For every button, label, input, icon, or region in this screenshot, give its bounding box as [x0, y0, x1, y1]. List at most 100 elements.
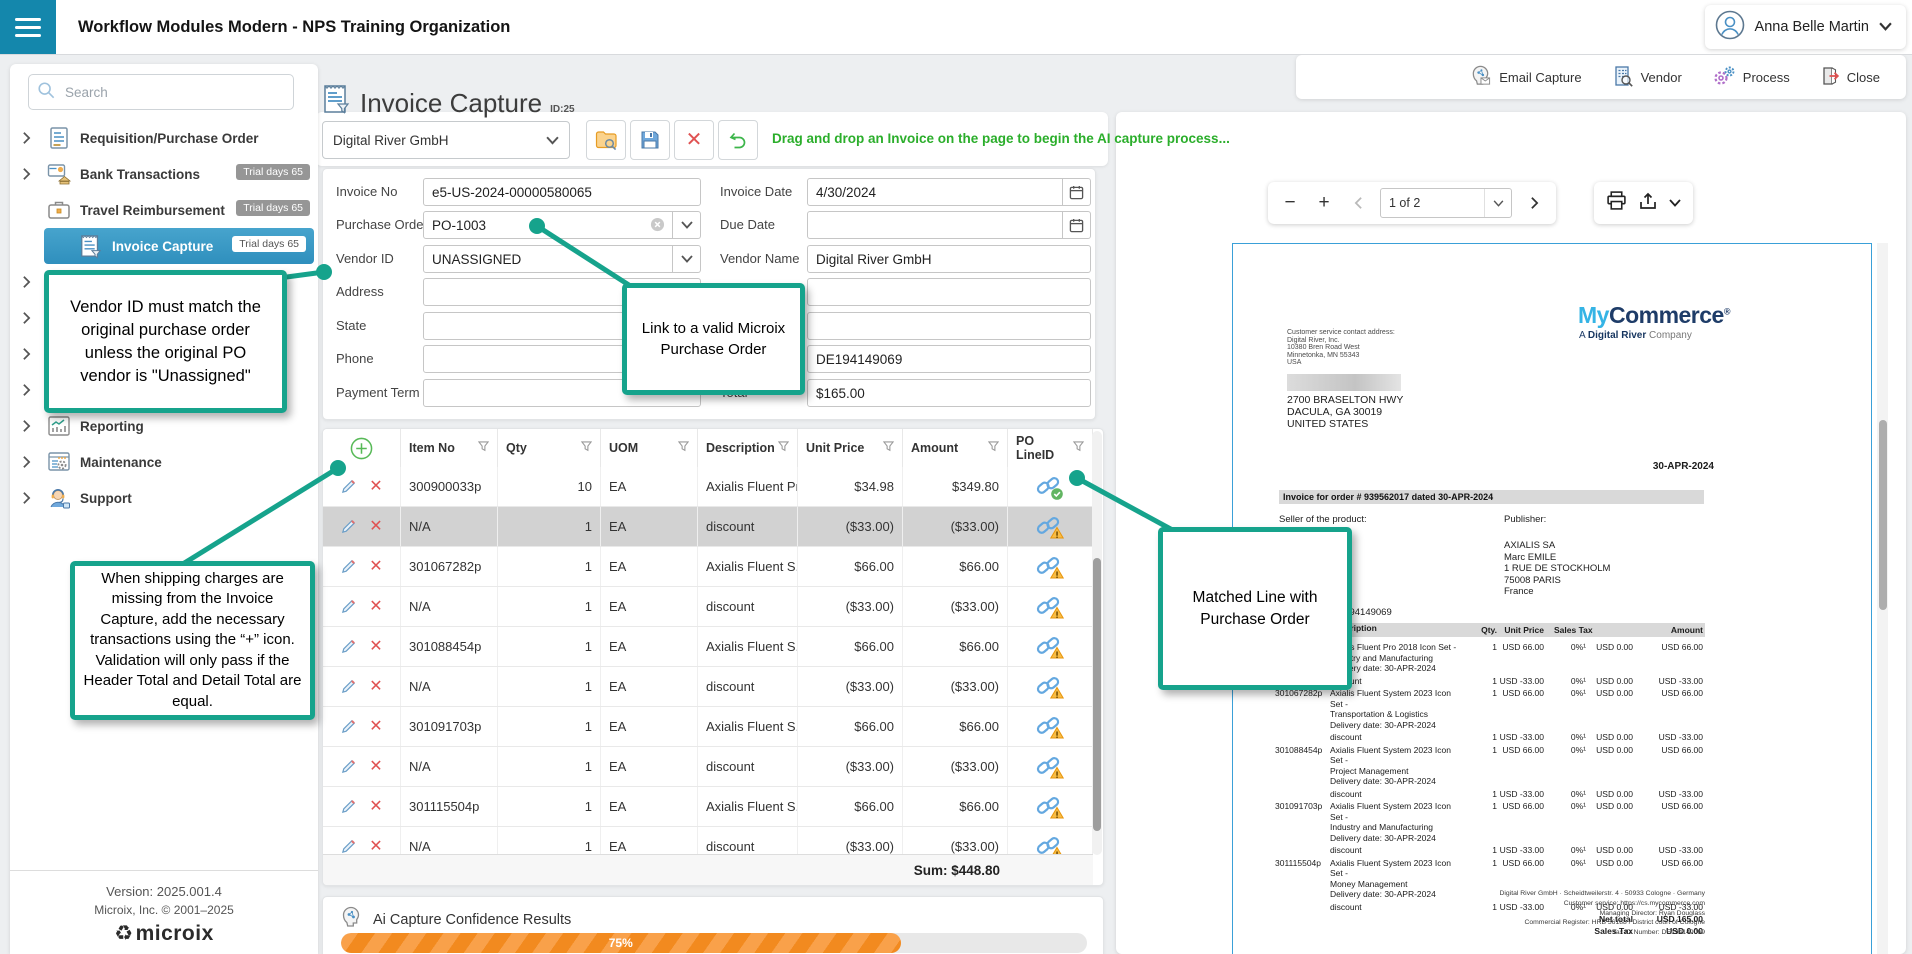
edit-row-icon[interactable]: [340, 798, 357, 815]
process-button[interactable]: Process: [1712, 65, 1790, 90]
filter-icon[interactable]: [478, 441, 489, 455]
chevron-down-icon[interactable]: [535, 122, 569, 158]
delete-row-icon[interactable]: ✕: [369, 519, 382, 535]
previous-page-button[interactable]: [1346, 196, 1370, 210]
table-scrollbar[interactable]: [1092, 431, 1102, 855]
edit-row-icon[interactable]: [340, 838, 357, 855]
hamburger-menu-button[interactable]: [0, 0, 56, 54]
save-button[interactable]: [630, 120, 670, 160]
vendor-button[interactable]: Vendor: [1612, 65, 1682, 90]
address-right-input[interactable]: [807, 278, 1091, 306]
po-link-warning-icon[interactable]: [1035, 513, 1065, 541]
page-selector[interactable]: 1 of 2: [1380, 188, 1512, 218]
next-page-button[interactable]: [1522, 196, 1546, 210]
undo-button[interactable]: [718, 120, 758, 160]
edit-row-icon[interactable]: [340, 718, 357, 735]
column-header-amount[interactable]: Amount: [903, 429, 1008, 467]
po-link-warning-icon[interactable]: [1035, 633, 1065, 661]
clear-icon[interactable]: [650, 217, 665, 237]
search-box[interactable]: [28, 74, 294, 110]
tax-id-input[interactable]: [807, 345, 1091, 373]
delete-row-icon[interactable]: ✕: [369, 799, 382, 815]
vendor-name-input[interactable]: [807, 245, 1091, 273]
sidebar-item-reporting[interactable]: Reporting: [10, 408, 318, 444]
po-link-warning-icon[interactable]: [1035, 793, 1065, 821]
export-button[interactable]: [1639, 192, 1657, 215]
delete-row-icon[interactable]: ✕: [369, 759, 382, 775]
sidebar-item-support[interactable]: Support: [10, 480, 318, 516]
vendor-id-input[interactable]: [423, 245, 673, 273]
table-row[interactable]: ✕300900033p10EAAxialis Fluent Pr...$34.9…: [323, 467, 1093, 507]
pdf-scrollbar-thumb[interactable]: [1879, 420, 1887, 610]
filter-icon[interactable]: [883, 441, 894, 455]
table-row[interactable]: ✕301091703p1EAAxialis Fluent S...$66.00$…: [323, 707, 1093, 747]
add-line-button[interactable]: [350, 437, 373, 460]
sidebar-item-invoice-capture[interactable]: Invoice CaptureTrial days 65: [44, 228, 314, 264]
delete-row-icon[interactable]: ✕: [369, 679, 382, 695]
edit-row-icon[interactable]: [340, 598, 357, 615]
edit-row-icon[interactable]: [340, 558, 357, 575]
zoom-in-button[interactable]: +: [1312, 192, 1336, 214]
invoice-date-input[interactable]: [807, 178, 1063, 206]
sidebar-item-requisition-purchase-order[interactable]: Requisition/Purchase Order: [10, 120, 318, 156]
sidebar-item-travel-reimbursement[interactable]: Travel ReimbursementTrial days 65: [10, 192, 318, 228]
column-header-unit-price[interactable]: Unit Price: [798, 429, 903, 467]
column-header-qty[interactable]: Qty: [498, 429, 601, 467]
po-link-warning-icon[interactable]: [1035, 673, 1065, 701]
filter-icon[interactable]: [778, 441, 789, 455]
vendor-select[interactable]: Digital River GmbH: [322, 121, 570, 159]
pdf-scrollbar[interactable]: [1877, 243, 1888, 954]
table-row[interactable]: ✕N/A1EAdiscount($33.00)($33.00): [323, 507, 1093, 547]
delete-row-icon[interactable]: ✕: [369, 559, 382, 575]
po-link-warning-icon[interactable]: [1035, 713, 1065, 741]
calendar-icon[interactable]: [1063, 211, 1091, 239]
delete-button[interactable]: ✕: [674, 120, 714, 160]
sidebar-item-bank-transactions[interactable]: Bank TransactionsTrial days 65: [10, 156, 318, 192]
po-link-matched-icon[interactable]: [1035, 473, 1065, 501]
state-right-input[interactable]: [807, 312, 1091, 340]
table-row[interactable]: ✕N/A1EAdiscount($33.00)($33.00): [323, 667, 1093, 707]
edit-row-icon[interactable]: [340, 678, 357, 695]
open-folder-button[interactable]: [586, 120, 626, 160]
chevron-down-icon[interactable]: [673, 245, 701, 273]
user-menu[interactable]: Anna Belle Martin: [1705, 5, 1906, 49]
sidebar-item-maintenance[interactable]: Maintenance: [10, 444, 318, 480]
email-capture-button[interactable]: Email Capture: [1469, 64, 1581, 90]
chevron-down-icon[interactable]: [1669, 194, 1681, 212]
po-link-warning-icon[interactable]: [1035, 553, 1065, 581]
po-link-warning-icon[interactable]: [1035, 753, 1065, 781]
column-header-description[interactable]: Description: [698, 429, 798, 467]
delete-row-icon[interactable]: ✕: [369, 639, 382, 655]
purchase-order-input[interactable]: [423, 211, 673, 239]
po-link-warning-icon[interactable]: [1035, 593, 1065, 621]
column-header-po-lineid[interactable]: PO LineID: [1008, 429, 1093, 467]
calendar-icon[interactable]: [1063, 178, 1091, 206]
table-row[interactable]: ✕N/A1EAdiscount($33.00)($33.00): [323, 587, 1093, 627]
chevron-down-icon[interactable]: [673, 211, 701, 239]
edit-row-icon[interactable]: [340, 518, 357, 535]
due-date-input[interactable]: [807, 211, 1063, 239]
table-row[interactable]: ✕301067282p1EAAxialis Fluent S...$66.00$…: [323, 547, 1093, 587]
filter-icon[interactable]: [988, 441, 999, 455]
filter-icon[interactable]: [1073, 441, 1084, 455]
delete-row-icon[interactable]: ✕: [369, 719, 382, 735]
edit-row-icon[interactable]: [340, 478, 357, 495]
table-row[interactable]: ✕N/A1EAdiscount($33.00)($33.00): [323, 747, 1093, 787]
delete-row-icon[interactable]: ✕: [369, 839, 382, 855]
search-input[interactable]: [63, 84, 247, 101]
column-header-uom[interactable]: UOM: [601, 429, 698, 467]
edit-row-icon[interactable]: [340, 758, 357, 775]
invoice-no-input[interactable]: [423, 178, 701, 206]
zoom-out-button[interactable]: −: [1278, 192, 1302, 214]
edit-row-icon[interactable]: [340, 638, 357, 655]
close-button[interactable]: Close: [1820, 66, 1880, 89]
print-button[interactable]: [1606, 191, 1627, 215]
filter-icon[interactable]: [581, 441, 592, 455]
column-header-item-no[interactable]: Item No: [401, 429, 498, 467]
filter-icon[interactable]: [678, 441, 689, 455]
table-row[interactable]: ✕301088454p1EAAxialis Fluent S...$66.00$…: [323, 627, 1093, 667]
delete-row-icon[interactable]: ✕: [369, 479, 382, 495]
table-row[interactable]: ✕301115504p1EAAxialis Fluent S...$66.00$…: [323, 787, 1093, 827]
scrollbar-thumb[interactable]: [1093, 558, 1101, 831]
total-input[interactable]: [807, 379, 1091, 407]
